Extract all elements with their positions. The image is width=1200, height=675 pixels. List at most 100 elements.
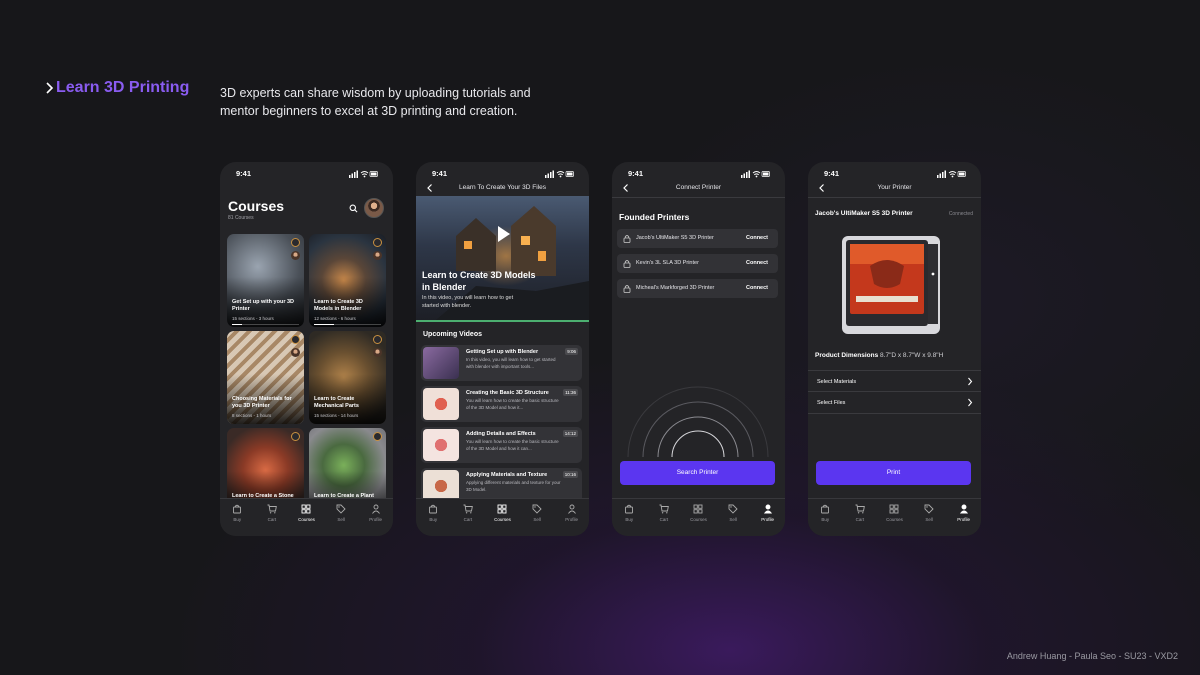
tab-label: Courses [886,517,903,522]
tab-cart[interactable]: Cart [453,504,483,536]
status-indicators-icon [349,170,378,178]
tab-label: Profile [565,517,579,522]
section-title: Founded Printers [619,212,690,222]
status-bar: 9:41 [612,169,785,179]
tab-label: Courses [494,517,511,522]
course-card[interactable]: Get Set up with your 3D Printer 15 secti… [227,234,304,327]
tab-profile[interactable]: Profile [557,504,587,536]
tab-label: Buy [625,517,634,522]
status-badge: Connected [948,211,973,217]
course-meta: 15 sections - 3 hours [232,316,274,321]
bag-icon [429,504,438,514]
video-item[interactable]: Getting Set up with Blender 9:06 In this… [421,345,582,381]
tab-profile[interactable]: Profile [361,504,391,536]
connect-button[interactable]: Connect [746,235,768,241]
tab-buy[interactable]: Buy [614,504,644,536]
section-title: Learn 3D Printing [56,79,190,96]
status-time: 9:41 [628,169,644,178]
tab-cart[interactable]: Cart [257,504,287,536]
upcoming-title: Upcoming Videos [423,331,482,338]
tab-buy[interactable]: Buy [810,504,840,536]
tab-cart[interactable]: Cart [845,504,875,536]
connect-button[interactable]: Connect [746,285,768,291]
cart-icon [463,504,473,514]
course-meta: 8 sections - 1 hours [232,413,272,418]
status-indicators-icon [545,170,574,178]
tab-label: Cart [659,517,669,522]
video-item-desc: Applying different materials and texture… [466,480,561,492]
tab-sell[interactable]: Sell [914,504,944,536]
tab-label: Buy [821,517,830,522]
bag-icon [233,504,242,514]
video-description: In this video, you will learn how to get… [422,295,514,309]
tab-buy[interactable]: Buy [418,504,448,536]
phone-your-printer: 9:41 Your Printer Jacob's UltiMaker S5 3… [808,162,981,536]
tab-bar: Buy Cart Courses Sell Profile [220,498,393,536]
tab-label: Buy [429,517,438,522]
course-card[interactable]: Learn to Create 3D Models in Blender 12 … [309,234,386,327]
nav-title: Connect Printer [675,184,722,191]
tab-sell[interactable]: Sell [326,504,356,536]
nav-bar: Your Printer [808,180,981,196]
select-files-row[interactable]: Select Files [808,392,981,414]
video-duration: 9:06 [565,348,578,355]
cart-icon [855,504,865,514]
video-duration: 10:16 [562,471,578,478]
chevron-right-icon [968,377,973,386]
select-materials-row[interactable]: Select Materials [808,370,981,392]
video-duration: 11:36 [563,389,578,396]
tab-sell[interactable]: Sell [718,504,748,536]
video-item-desc: In this video, you will learn how to get… [466,357,556,369]
option-label: Select Materials [817,379,857,385]
course-progress [232,323,299,325]
printer-row[interactable]: Jacob's UltiMaker S5 3D Printer Connect [617,229,778,248]
tab-courses[interactable]: Courses [683,504,713,536]
avatar[interactable] [364,198,384,218]
chevron-right-icon [46,82,54,94]
status-time: 9:41 [236,169,252,178]
lock-icon [623,285,631,293]
search-icon[interactable] [349,204,358,213]
print-button[interactable]: Print [816,461,971,485]
tab-courses[interactable]: Courses [487,504,517,536]
tab-bar: Buy Cart Courses Sell Profile [416,498,589,536]
status-bar: 9:41 [808,169,981,179]
status-indicators-icon [741,170,770,178]
course-card[interactable]: Choosing Materials for you 3D Printer 8 … [227,331,304,424]
tab-label: Sell [925,517,933,522]
nav-title: Your Printer [877,184,912,191]
tab-courses[interactable]: Courses [291,504,321,536]
tab-profile[interactable]: Profile [949,504,979,536]
video-item[interactable]: Creating the Basic 3D Structure 11:36 Yo… [421,386,582,422]
course-card[interactable]: Learn to Create Mechanical Parts 15 sect… [309,331,386,424]
tab-label: Buy [233,517,242,522]
video-item-desc: You will learn how to create the basic s… [466,398,559,410]
tab-label: Cart [267,517,277,522]
tab-label: Cart [855,517,865,522]
phone-courses: 9:41 Courses 81 Courses Get Set up with … [220,162,393,536]
tag-icon [924,504,934,514]
user-icon [763,504,772,514]
tab-courses[interactable]: Courses [879,504,909,536]
tag-icon [336,504,346,514]
tab-bar: Buy Cart Courses Sell Profile [808,498,981,536]
search-printer-button[interactable]: Search Printer [620,461,775,485]
video-player[interactable]: Learn to Create 3D Models in Blender In … [416,196,589,320]
play-icon[interactable] [493,224,513,244]
printer-row[interactable]: Kevin's 3L SLA 3D Printer Connect [617,254,778,273]
video-item[interactable]: Adding Details and Effects 14:12 You wil… [421,427,582,463]
tab-label: Sell [337,517,345,522]
grid-icon [694,504,703,514]
tab-cart[interactable]: Cart [649,504,679,536]
printer-row[interactable]: Micheal's Markforged 3D Printer Connect [617,279,778,298]
video-progress[interactable] [416,320,589,322]
phone-connect-printer: 9:41 Connect Printer Founded Printers Ja… [612,162,785,536]
course-badge-icon [291,335,300,344]
video-item-desc: You will learn how to create the basic s… [466,439,559,451]
tab-sell[interactable]: Sell [522,504,552,536]
connect-button[interactable]: Connect [746,260,768,266]
video-thumbnail [423,429,459,461]
tab-buy[interactable]: Buy [222,504,252,536]
tab-profile[interactable]: Profile [753,504,783,536]
page-title: Courses [228,198,285,214]
